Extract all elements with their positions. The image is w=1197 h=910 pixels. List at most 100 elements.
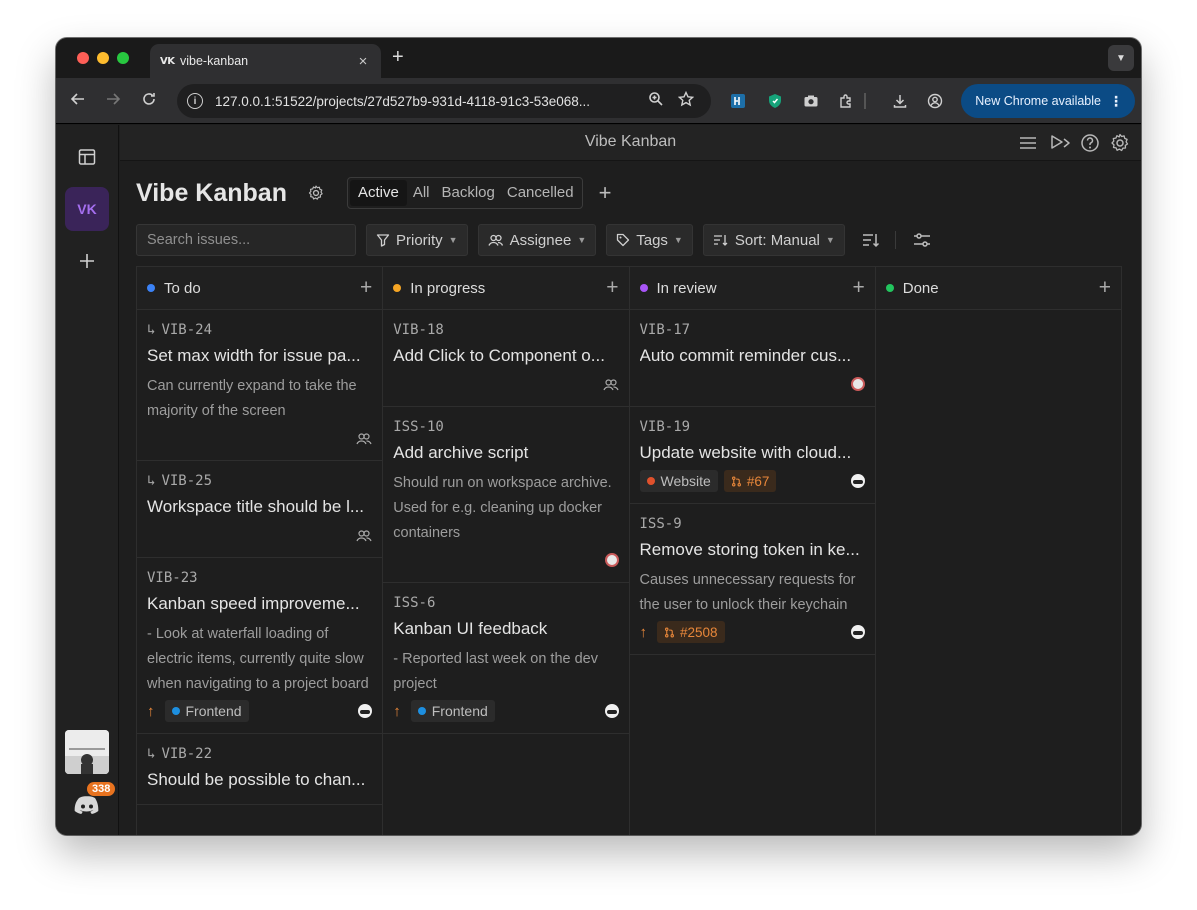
- assignee-filter-button[interactable]: Assignee ▼: [477, 224, 597, 256]
- assignee-slot: [850, 474, 865, 488]
- back-arrow-icon[interactable]: [70, 91, 86, 112]
- assignee-avatar[interactable]: [604, 553, 619, 567]
- assignee-slot: [850, 625, 865, 639]
- tag-icon: [617, 233, 630, 247]
- assignee-avatar[interactable]: [850, 474, 865, 488]
- issue-id: ISS-9: [639, 516, 682, 532]
- camera-extension-icon[interactable]: [802, 92, 820, 110]
- tab-backlog[interactable]: Backlog: [436, 180, 501, 206]
- extension-blue-icon[interactable]: [729, 92, 747, 110]
- unassigned-users-icon[interactable]: [356, 529, 372, 542]
- downloads-icon[interactable]: [891, 92, 909, 110]
- issue-card[interactable]: VIB-23 Kanban speed improveme... - Look at…: [137, 558, 383, 734]
- add-issue-icon[interactable]: +: [1099, 276, 1111, 300]
- tab-cancelled[interactable]: Cancelled: [501, 180, 580, 206]
- app-topbar: Vibe Kanban: [120, 125, 1141, 161]
- priority-filter-button[interactable]: Priority ▼: [366, 224, 468, 256]
- display-settings-icon[interactable]: [912, 230, 932, 250]
- pull-request-badge[interactable]: #2508: [657, 621, 725, 643]
- column-header: To do +: [137, 267, 383, 310]
- settings-gear-icon[interactable]: [1109, 132, 1131, 154]
- assignee-avatar[interactable]: [850, 625, 865, 639]
- priority-up-icon: ↑: [147, 702, 155, 720]
- issue-footer: [147, 523, 372, 547]
- maximize-window-button[interactable]: [117, 52, 129, 64]
- tags-filter-button[interactable]: Tags ▼: [606, 224, 693, 256]
- extensions-puzzle-icon[interactable]: [837, 92, 855, 110]
- chevron-down-icon: ▼: [448, 235, 458, 245]
- add-project-button[interactable]: [65, 239, 109, 283]
- issue-id: VIB-23: [147, 570, 198, 586]
- issue-description: - Look at waterfall loading of electric …: [147, 626, 369, 692]
- unassigned-users-icon[interactable]: [602, 378, 619, 391]
- unassigned-users-icon[interactable]: [356, 432, 372, 445]
- close-window-button[interactable]: [77, 52, 89, 64]
- tag-color-dot: [171, 707, 180, 715]
- browser-tab[interactable]: VK vibe-kanban ×: [150, 44, 381, 78]
- chevron-down-icon: ▼: [673, 235, 683, 245]
- add-view-icon[interactable]: +: [599, 180, 612, 206]
- sort-button[interactable]: Sort: Manual ▼: [702, 224, 845, 256]
- issue-card[interactable]: ISS-6 Kanban UI feedback - Reported last w…: [383, 583, 629, 734]
- issue-card[interactable]: VIB-18 Add Click to Component o...: [383, 310, 629, 407]
- issue-id: ISS-6: [393, 595, 436, 611]
- help-icon[interactable]: [1079, 132, 1101, 154]
- issue-id-row: VIB-23: [147, 567, 372, 589]
- issue-id: ISS-10: [393, 419, 444, 435]
- issue-footer: ↑ Frontend: [147, 699, 373, 723]
- issue-id-row: ↳ VIB-25: [147, 470, 372, 492]
- minimize-window-button[interactable]: [97, 52, 109, 64]
- bookmark-star-icon[interactable]: [671, 90, 701, 111]
- project-settings-icon[interactable]: [307, 184, 325, 202]
- issue-id-row: VIB-19: [640, 416, 865, 438]
- add-issue-icon[interactable]: +: [852, 276, 864, 300]
- issue-card[interactable]: VIB-19 Update website with cloud... Websit…: [629, 407, 875, 504]
- new-tab-icon[interactable]: +: [392, 46, 404, 69]
- issue-card[interactable]: VIB-17 Auto commit reminder cus...: [629, 310, 875, 407]
- tags-label: Tags: [636, 231, 668, 249]
- tab-search-chevron-icon[interactable]: ▼: [1108, 45, 1134, 71]
- assignee-avatar[interactable]: [850, 377, 865, 391]
- profile-icon[interactable]: [926, 92, 944, 110]
- assignee-avatar[interactable]: [604, 704, 619, 718]
- add-issue-icon[interactable]: +: [606, 276, 618, 300]
- site-info-icon[interactable]: i: [187, 93, 203, 109]
- issue-card[interactable]: ↳ VIB-22 Should be possible to chan...: [137, 734, 383, 805]
- tab-active[interactable]: Active: [349, 180, 407, 206]
- more-menu-icon[interactable]: ⋮: [1109, 93, 1123, 110]
- guide-flag-icon[interactable]: [1049, 132, 1071, 154]
- tab-close-icon[interactable]: ×: [355, 53, 371, 70]
- pr-number: #2508: [680, 624, 718, 640]
- app-root: VK 338 Vibe Kanban Vibe Kanban Active Al…: [56, 125, 1141, 835]
- discord-icon[interactable]: [71, 794, 103, 818]
- add-issue-icon[interactable]: +: [360, 276, 372, 300]
- issue-card[interactable]: ISS-10 Add archive script Should run on wo…: [383, 407, 629, 583]
- workspace-thumbnail[interactable]: [65, 730, 109, 774]
- reload-icon[interactable]: [141, 91, 157, 112]
- kanban-board: To do + ↳ VIB-24 Set max width for issue pa.…: [136, 266, 1122, 835]
- assignee-avatar[interactable]: [358, 704, 373, 718]
- subissue-arrow-icon: ↳: [147, 473, 156, 489]
- issue-id-row: ↳ VIB-24: [147, 319, 372, 341]
- new-chrome-available-button[interactable]: New Chrome available ⋮: [961, 84, 1135, 118]
- browser-window: VK vibe-kanban × + ▼ i 127.0.0.1:51522/p…: [56, 38, 1141, 835]
- sort-direction-icon[interactable]: [861, 230, 881, 250]
- zoom-icon[interactable]: [641, 91, 671, 111]
- pr-number: #67: [746, 473, 770, 489]
- shield-extension-icon[interactable]: [766, 92, 784, 110]
- menu-icon[interactable]: [1017, 132, 1039, 154]
- issue-card[interactable]: ↳ VIB-24 Set max width for issue pa... Can …: [137, 310, 383, 461]
- pull-request-badge[interactable]: #67: [723, 470, 777, 492]
- board-layout-button[interactable]: [65, 135, 109, 179]
- issue-description: - Reported last week on the dev project: [393, 651, 598, 692]
- issue-id-row: ISS-6: [393, 592, 618, 614]
- forward-arrow-icon[interactable]: [105, 91, 121, 112]
- tab-all[interactable]: All: [407, 180, 436, 206]
- issue-card[interactable]: ↳ VIB-25 Workspace title should be l...: [137, 461, 383, 558]
- issue-description: Causes unnecessary requests for the user…: [639, 572, 856, 613]
- issue-card[interactable]: ISS-9 Remove storing token in ke... Causes…: [629, 504, 875, 655]
- address-bar[interactable]: i 127.0.0.1:51522/projects/27d527b9-931d…: [177, 84, 711, 118]
- tag-badge: Frontend: [164, 700, 249, 722]
- project-vk-button[interactable]: VK: [65, 187, 109, 231]
- search-input[interactable]: [136, 224, 356, 256]
